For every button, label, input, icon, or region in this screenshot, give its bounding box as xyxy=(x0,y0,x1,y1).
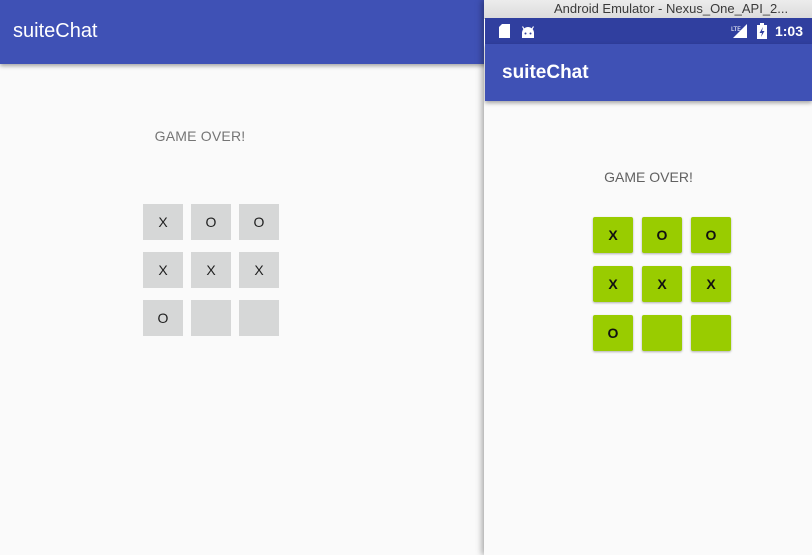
emulator-tic-tac-toe-board: X O O X X X O xyxy=(593,217,731,351)
board-cell-r2-c2[interactable]: X xyxy=(191,252,231,288)
board-cell-r1-c2[interactable]: O xyxy=(191,204,231,240)
game-status-text: GAME OVER! xyxy=(154,128,246,144)
emulator-board-cell-r2-c1[interactable]: X xyxy=(593,266,633,302)
svg-text:LTE: LTE xyxy=(731,26,741,33)
app-title: suiteChat xyxy=(13,20,98,42)
board-cell-r2-c1[interactable]: X xyxy=(143,252,183,288)
board-cell-r3-c2[interactable] xyxy=(191,300,231,336)
lte-signal-icon: LTE xyxy=(731,24,747,43)
emulator-app-title: suiteChat xyxy=(502,62,589,83)
battery-charging-icon xyxy=(757,23,767,44)
android-icon xyxy=(521,25,535,43)
status-bar-time: 1:03 xyxy=(774,23,803,39)
emulator-board-cell-r1-c2[interactable]: O xyxy=(642,217,682,253)
board-cell-r1-c3[interactable]: O xyxy=(239,204,279,240)
emulator-window: Android Emulator - Nexus_One_API_2... LT… xyxy=(484,0,812,555)
emulator-board-cell-r3-c3[interactable] xyxy=(691,315,731,351)
emulator-board-cell-r2-c3[interactable]: X xyxy=(691,266,731,302)
board-cell-r3-c1[interactable]: O xyxy=(143,300,183,336)
sd-card-icon xyxy=(499,24,510,43)
emulator-title-bar[interactable]: Android Emulator - Nexus_One_API_2... xyxy=(484,0,812,19)
board-cell-r1-c1[interactable]: X xyxy=(143,204,183,240)
emulator-board-cell-r3-c2[interactable] xyxy=(642,315,682,351)
board-cell-r3-c3[interactable] xyxy=(239,300,279,336)
emulator-board-cell-r1-c3[interactable]: O xyxy=(691,217,731,253)
emulator-window-title: Android Emulator - Nexus_One_API_2... xyxy=(554,1,789,16)
board-cell-r2-c3[interactable]: X xyxy=(239,252,279,288)
emulator-board-cell-r2-c2[interactable]: X xyxy=(642,266,682,302)
emulator-board-cell-r1-c1[interactable]: X xyxy=(593,217,633,253)
android-status-bar: LTE 1:03 xyxy=(485,18,812,44)
emulator-game-status-text: GAME OVER! xyxy=(604,169,693,185)
emulator-app-bar: suiteChat xyxy=(485,44,812,101)
emulator-board-cell-r3-c1[interactable]: O xyxy=(593,315,633,351)
tic-tac-toe-board: X O O X X X O xyxy=(143,204,279,336)
